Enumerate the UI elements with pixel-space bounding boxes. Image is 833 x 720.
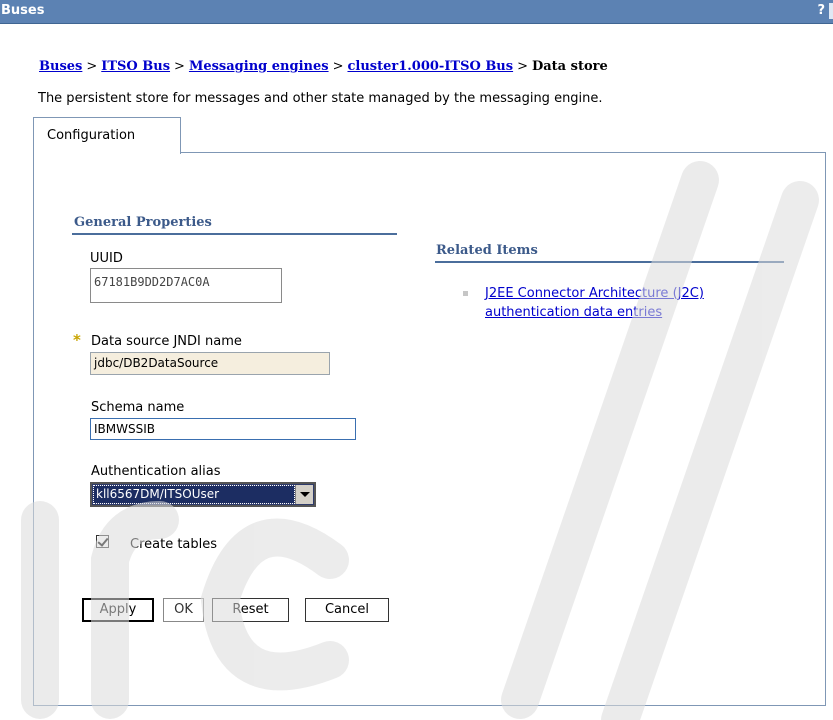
data-source-jndi-input[interactable]: jdbc/DB2DataSource <box>90 352 330 375</box>
bullet-icon <box>463 291 468 296</box>
schema-name-label: Schema name <box>91 400 185 415</box>
required-star-icon: * <box>73 331 81 349</box>
breadcrumb-separator: > <box>517 59 528 74</box>
schema-name-input[interactable]: IBMWSSIB <box>90 418 356 440</box>
create-tables-label: Create tables <box>130 537 218 552</box>
titlebar-edge <box>829 3 833 19</box>
breadcrumb-separator: > <box>332 59 344 74</box>
breadcrumb: Buses > ITSO Bus > Messaging engines > cluster… <box>39 59 608 74</box>
reset-button[interactable]: Reset <box>212 598 289 622</box>
tab-configuration-label: Configuration <box>47 128 136 143</box>
breadcrumb-link-buses[interactable]: Buses <box>39 59 82 74</box>
window-titlebar: Buses ? <box>0 0 833 24</box>
general-properties-rule <box>72 233 397 235</box>
related-items-rule <box>435 261 784 263</box>
breadcrumb-link-messaging-engines[interactable]: Messaging engines <box>189 59 329 74</box>
breadcrumb-separator: > <box>174 59 185 74</box>
tab-configuration[interactable]: Configuration <box>33 117 181 154</box>
page-description: The persistent store for messages and ot… <box>38 91 603 106</box>
authentication-alias-select[interactable]: kll6567DM/ITSOUser <box>90 482 316 507</box>
breadcrumb-link-cluster[interactable]: cluster1.000-ITSO Bus <box>347 59 513 74</box>
breadcrumb-link-itso-bus[interactable]: ITSO Bus <box>101 59 170 74</box>
help-icon[interactable]: ? <box>817 3 825 18</box>
uuid-label: UUID <box>90 251 123 266</box>
general-properties-heading: General Properties <box>74 215 212 230</box>
data-source-jndi-label: Data source JNDI name <box>91 334 242 349</box>
chevron-down-icon[interactable] <box>295 485 313 504</box>
create-tables-checkbox[interactable] <box>96 535 109 548</box>
breadcrumb-current: Data store <box>531 59 608 74</box>
window-title: Buses <box>1 3 45 18</box>
apply-button[interactable]: Apply <box>82 598 154 622</box>
breadcrumb-separator: > <box>86 59 98 74</box>
related-items-heading: Related Items <box>436 243 538 258</box>
authentication-alias-value: kll6567DM/ITSOUser <box>93 485 295 504</box>
ok-button[interactable]: OK <box>163 598 204 622</box>
authentication-alias-label: Authentication alias <box>91 464 221 479</box>
uuid-field: 67181B9DD2D7AC0A <box>90 268 282 303</box>
j2c-auth-data-link[interactable]: J2EE Connector Architecture (J2C) authen… <box>485 284 755 322</box>
cancel-button[interactable]: Cancel <box>305 598 389 622</box>
